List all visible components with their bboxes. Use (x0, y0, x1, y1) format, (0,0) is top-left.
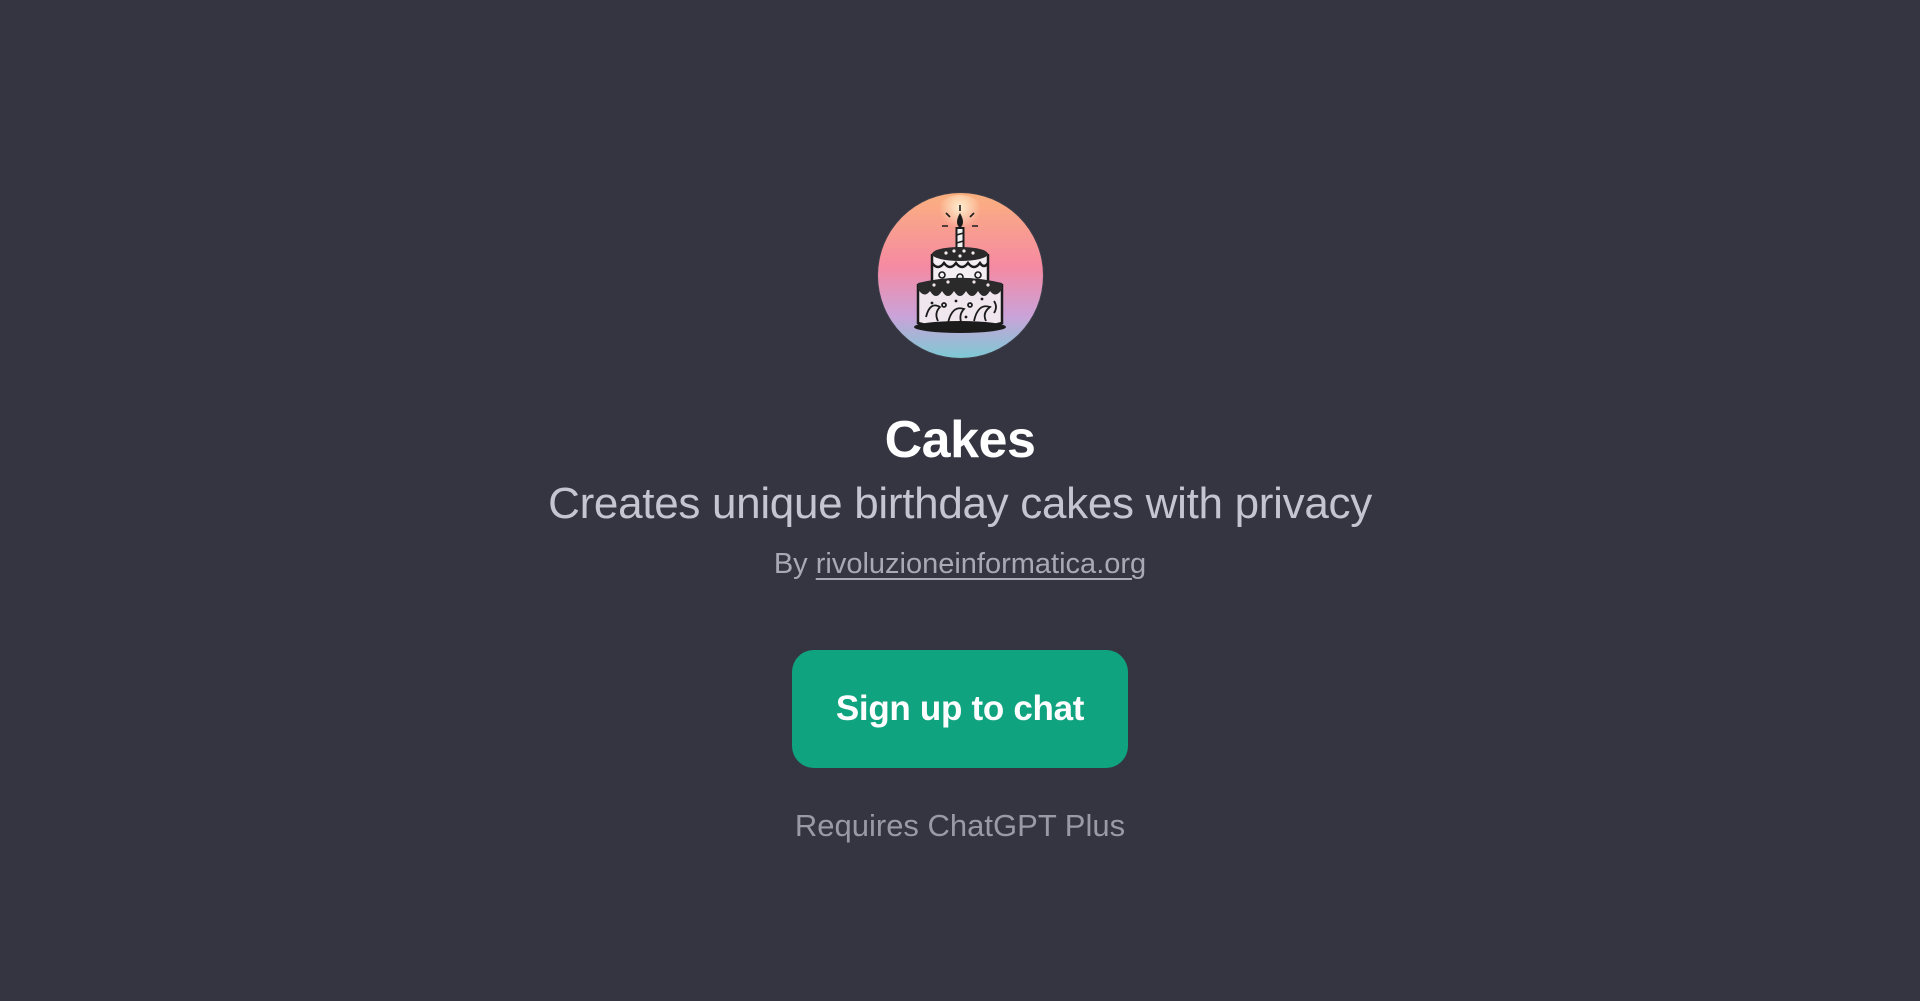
author-link[interactable]: rivoluzioneinformatica.org (816, 548, 1146, 580)
gpt-byline: By rivoluzioneinformatica.org (774, 544, 1146, 584)
byline-prefix: By (773, 548, 808, 580)
gpt-landing-page: Cakes Creates unique birthday cakes with… (0, 0, 1920, 1001)
birthday-cake-icon (877, 193, 1043, 358)
requires-plus-note: Requires ChatGPT Plus (794, 808, 1126, 843)
gpt-description: Creates unique birthday cakes with priva… (548, 479, 1372, 528)
gpt-avatar (877, 193, 1043, 358)
gpt-title: Cakes (884, 411, 1036, 469)
sign-up-to-chat-button[interactable]: Sign up to chat (792, 650, 1128, 768)
